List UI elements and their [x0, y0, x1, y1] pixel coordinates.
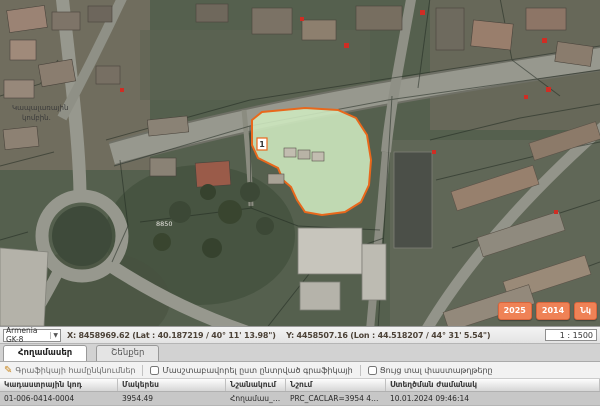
- results-toolbar: ✎ Գրաֆիկայի համընկնումներ Մասշտաբավորել …: [0, 362, 600, 379]
- zoom-to-selected-checkbox-wrap: Մասշտաբավորել ըստ ընտրված գրաֆիկայի: [150, 366, 352, 375]
- tab-land-parcels[interactable]: Հողամասեր: [3, 345, 87, 361]
- cadastre-map-app: 1: [0, 0, 600, 408]
- graphic-overlaps-link[interactable]: Գրաֆիկայի համընկնումներ: [15, 366, 135, 375]
- cell-designation: Հողամաս_միասնագիր Սահման: [226, 392, 286, 405]
- zoom-to-selected-label: Մասշտաբավորել ըստ ընտրված գրաֆիկայի: [162, 366, 352, 375]
- show-documents-label: Ցույց տալ փաստաթղթերը: [380, 366, 493, 375]
- toolbar-divider: [360, 365, 361, 376]
- chevron-down-icon: ▼: [50, 332, 58, 339]
- cell-cadastral-code: 01-006-0414-0004: [0, 392, 118, 405]
- table-row[interactable]: 01-006-0414-0004 3954.49 Հողամաս_միասնագ…: [0, 392, 600, 406]
- orthophoto-year-switcher: 2025 2014 Նկ: [498, 302, 597, 320]
- year-button-extra[interactable]: Նկ: [574, 302, 597, 320]
- col-header-created-time[interactable]: Ստեղծման ժամանակ: [386, 379, 600, 391]
- cell-area: 3954.49: [118, 392, 226, 405]
- col-header-area[interactable]: Մակերես: [118, 379, 226, 391]
- col-header-note[interactable]: Նշում: [286, 379, 386, 391]
- year-button-2014[interactable]: 2014: [536, 302, 570, 320]
- tab-buildings[interactable]: Շենքեր: [96, 345, 159, 361]
- results-table-header: Կադաստրային կոդ Մակերես Նշանակում Նշում …: [0, 379, 600, 392]
- svg-text:1: 1: [259, 140, 265, 149]
- cell-created-time: 10.01.2024 09:46:14: [386, 392, 600, 405]
- map-status-bar: Armenia GK-8 ▼ X: 8458969.62 (Lat : 40.1…: [0, 326, 600, 344]
- toolbar-divider: [142, 365, 143, 376]
- show-documents-checkbox-wrap: Ցույց տալ փաստաթղթերը: [368, 366, 493, 375]
- aerial-map-canvas: 1: [0, 0, 600, 326]
- zoom-to-selected-checkbox[interactable]: [150, 366, 159, 375]
- coordinate-y: Y: 4458507.16 (Lon : 44.518207 / 44° 31'…: [286, 331, 490, 340]
- street-label-line1: Կապալառային: [12, 104, 68, 112]
- results-tab-strip: Հողամասեր Շենքեր: [0, 344, 600, 362]
- year-button-2025[interactable]: 2025: [498, 302, 532, 320]
- map-scale-input[interactable]: 1 : 1500: [545, 329, 597, 341]
- projection-select[interactable]: Armenia GK-8 ▼: [3, 329, 61, 342]
- street-label-line2: կոմբին.: [22, 114, 51, 122]
- projection-value: Armenia GK-8: [6, 326, 50, 344]
- area-number-label: 8850: [156, 220, 173, 228]
- parcel-number-badge: 1: [257, 138, 267, 150]
- col-header-cadastral-code[interactable]: Կադաստրային կոդ: [0, 379, 118, 391]
- cell-note: PRC_CACLAR=3954 4910876 ; PR...: [286, 392, 386, 405]
- pencil-icon: ✎: [4, 365, 12, 376]
- cursor-coordinates: X: 8458969.62 (Lat : 40.187219 / 40° 11'…: [67, 331, 490, 340]
- col-header-designation[interactable]: Նշանակում: [226, 379, 286, 391]
- coordinate-x: X: 8458969.62 (Lat : 40.187219 / 40° 11'…: [67, 331, 276, 340]
- show-documents-checkbox[interactable]: [368, 366, 377, 375]
- map-viewport[interactable]: 1: [0, 0, 600, 326]
